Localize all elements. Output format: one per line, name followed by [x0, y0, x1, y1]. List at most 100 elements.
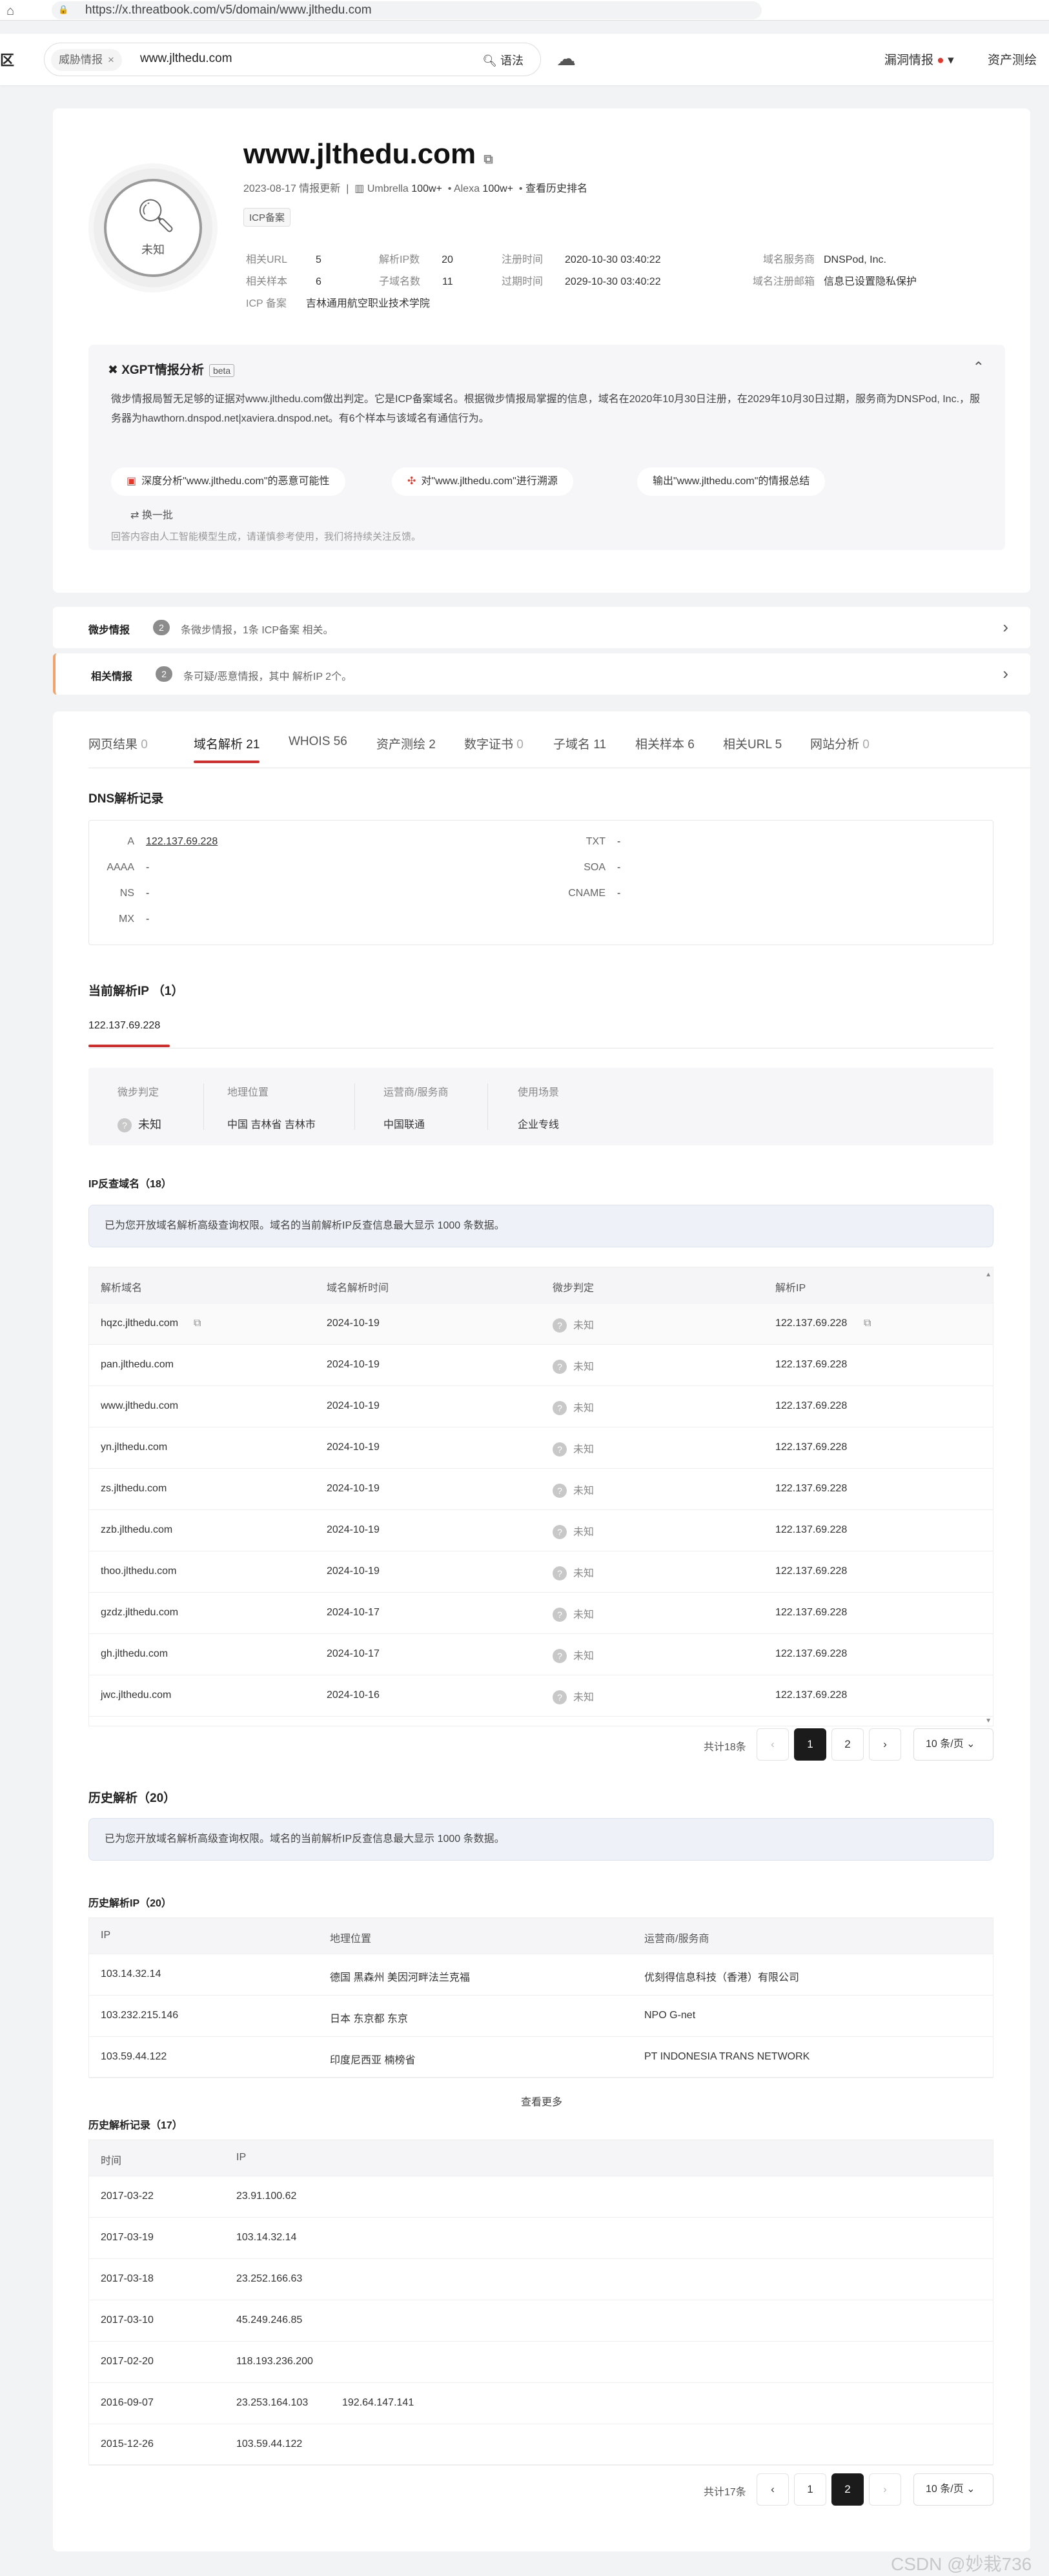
trace-icon: ✣ — [407, 476, 416, 487]
ip-cell[interactable]: 103.59.44.122 — [236, 2438, 302, 2450]
prev-page-button[interactable]: ‹ — [757, 2473, 789, 2506]
domain-cell[interactable]: hqzc.jlthedu.com — [101, 1318, 178, 1329]
page-button[interactable]: 2 — [831, 1728, 864, 1761]
xgpt-suggestion[interactable]: ✣ 对"www.jlthedu.com"进行溯源 — [392, 467, 573, 496]
xgpt-suggestion[interactable]: 输出"www.jlthedu.com"的情报总结 — [637, 467, 826, 496]
table-row: 103.232.215.146 日本 东京都 东京 NPO G-net — [89, 1996, 993, 2037]
copy-icon[interactable]: ⧉ — [864, 1318, 871, 1329]
ip-cell[interactable]: 23.253.164.103 — [236, 2397, 308, 2409]
intel-row-related[interactable]: 相关情报 2 条可疑/恶意情报，其中 解析IP 2个。 › — [53, 653, 1030, 695]
view-more-link[interactable]: 查看更多 — [53, 2093, 1030, 2109]
tab-dns[interactable]: 域名解析 21 — [194, 735, 260, 763]
search-input[interactable]: www.jlthedu.com — [140, 52, 232, 66]
domain-cell[interactable]: gzdz.jlthedu.com — [101, 1607, 178, 1619]
ip-cell[interactable]: 103.232.215.146 — [101, 2010, 178, 2021]
tab-certs[interactable]: 数字证书 0 — [464, 735, 524, 752]
table-header: 解析域名 域名解析时间 微步判定 解析IP — [89, 1267, 993, 1303]
vuln-intel-menu[interactable]: 漏洞情报 ● ▾ — [884, 50, 954, 68]
tab-urls[interactable]: 相关URL 5 — [723, 735, 782, 752]
verdict-cell: ? 未知 — [553, 1482, 594, 1498]
refresh-suggestions-button[interactable]: ⇄ 换一批 — [130, 506, 173, 522]
active-tab-indicator — [88, 1045, 170, 1047]
ip-cell[interactable]: 122.137.69.228 — [775, 1566, 847, 1577]
ip-cell[interactable]: 122.137.69.228 — [775, 1483, 847, 1495]
current-ip-title: 当前解析IP （1） — [88, 985, 184, 998]
prev-page-button[interactable]: ‹ — [757, 1728, 789, 1761]
ip-cell[interactable]: 45.249.246.85 — [236, 2315, 302, 2326]
ip-cell[interactable]: 23.252.166.63 — [236, 2273, 302, 2285]
url-text[interactable]: https://x.threatbook.com/v5/domain/www.j… — [85, 3, 372, 17]
ip-cell[interactable]: 118.193.236.200 — [236, 2356, 313, 2367]
table-row: pan.jlthedu.com 2024-10-19 ? 未知 122.137.69.2… — [89, 1345, 993, 1386]
tab-subdomains[interactable]: 子域名 11 — [553, 735, 606, 752]
date-cell: 2015-12-26 — [101, 2438, 154, 2449]
ip-cell[interactable]: 122.137.69.228 — [775, 1607, 847, 1619]
ip-cell[interactable]: 103.59.44.122 — [101, 2051, 167, 2063]
search-scope-chip[interactable]: 威胁情报 × — [51, 49, 122, 71]
ip-cell[interactable]: 122.137.69.228 — [775, 1359, 847, 1371]
domain-cell[interactable]: pan.jlthedu.com — [101, 1359, 174, 1371]
page-button[interactable]: 2 — [831, 2473, 864, 2506]
domain-cell[interactable]: www.jlthedu.com — [101, 1400, 178, 1412]
ip-cell[interactable]: 122.137.69.228 — [775, 1648, 847, 1660]
watermark: CSDN @妙栽736 — [891, 2554, 1032, 2574]
domain-cell[interactable]: zs.jlthedu.com — [101, 1483, 167, 1495]
location-cell: 德国 黑森州 美因河畔法兰克福 — [330, 1972, 470, 1983]
tab-web-analysis[interactable]: 网站分析 0 — [810, 735, 870, 752]
next-page-button[interactable]: › — [869, 2473, 901, 2506]
domain-cell[interactable]: zzb.jlthedu.com — [101, 1524, 172, 1536]
domain-cell[interactable]: jwc.jlthedu.com — [101, 1690, 171, 1701]
page-size-select[interactable]: 10 条/页 ⌄ — [913, 1728, 993, 1761]
tab-samples[interactable]: 相关样本 6 — [635, 735, 695, 752]
analysis-icon: ▣ — [127, 476, 137, 487]
xgpt-suggestion[interactable]: ▣ 深度分析"www.jlthedu.com"的恶意可能性 — [111, 467, 345, 496]
date-cell: 2017-03-22 — [101, 2191, 154, 2202]
copy-icon[interactable]: ⧉ — [194, 1318, 201, 1329]
tab-whois[interactable]: WHOIS 56 — [289, 735, 347, 749]
reverse-table: 解析域名 域名解析时间 微步判定 解析IP hqzc.jlthedu.com ⧉ 2… — [88, 1267, 993, 1726]
copy-icon[interactable]: ⧉ — [484, 152, 493, 167]
question-icon: ? — [553, 1566, 567, 1580]
date-cell: 2016-09-07 — [101, 2397, 154, 2408]
next-page-button[interactable]: › — [869, 1728, 901, 1761]
scroll-up-icon[interactable]: ▲ — [985, 1271, 992, 1278]
page-button[interactable]: 1 — [794, 2473, 826, 2506]
tab-web-results[interactable]: 网页结果 0 — [88, 735, 148, 752]
syntax-button[interactable]: 🔍︎ 语法 — [482, 52, 524, 68]
ip-cell-secondary[interactable]: 192.64.147.141 — [342, 2397, 414, 2409]
logo-fragment[interactable]: 区 — [0, 49, 14, 70]
a-record-link[interactable]: 122.137.69.228 — [146, 836, 218, 848]
isp-cell: 优刻得信息科技（香港）有限公司 — [644, 1972, 800, 1983]
collapse-icon[interactable]: ⌃ — [973, 359, 984, 376]
date-cell: 2017-03-10 — [101, 2315, 154, 2326]
asset-mapping-menu[interactable]: 资产测绘 — [988, 50, 1037, 68]
domain-cell[interactable]: gh.jlthedu.com — [101, 1648, 168, 1660]
home-icon[interactable]: ⌂ — [6, 4, 14, 19]
intel-row-threatbook[interactable]: 微步情报 2 条微步情报，1条 ICP备案 相关。 › — [53, 607, 1030, 648]
subdomain-count: 子域名数 11 — [379, 276, 453, 287]
page-button[interactable]: 1 — [794, 1728, 826, 1761]
domain-cell[interactable]: yn.jlthedu.com — [101, 1442, 167, 1453]
history-rank-link[interactable]: 查看历史排名 — [525, 183, 587, 194]
ip-cell[interactable]: 23.91.100.62 — [236, 2191, 296, 2202]
cloud-upload-icon[interactable]: ☁ — [556, 48, 576, 70]
current-ip-tab[interactable]: 122.137.69.228 — [88, 1020, 160, 1032]
search-box[interactable]: 威胁情报 × www.jlthedu.com 🔍︎ 语法 — [44, 43, 541, 76]
tab-assets[interactable]: 资产测绘 2 — [376, 735, 436, 752]
ip-cell[interactable]: 122.137.69.228 — [775, 1400, 847, 1412]
ip-cell[interactable]: 103.14.32.14 — [236, 2232, 296, 2244]
domain-cell[interactable]: thoo.jlthedu.com — [101, 1566, 176, 1577]
reverse-total: 共计18条 — [704, 1742, 746, 1753]
table-row: 2017-03-19 103.14.32.14 — [89, 2218, 993, 2259]
ip-cell[interactable]: 122.137.69.228 — [775, 1442, 847, 1453]
ip-cell[interactable]: 103.14.32.14 — [101, 1968, 161, 1980]
xgpt-text: 微步情报局暂无足够的证据对www.jlthedu.com做出判定。它是ICP备案… — [111, 394, 981, 424]
ip-cell[interactable]: 122.137.69.228 — [775, 1524, 847, 1536]
lock-icon[interactable]: 🔒 — [58, 5, 68, 15]
page-size-select[interactable]: 10 条/页 ⌄ — [913, 2473, 993, 2506]
history-notice: 已为您开放域名解析高级查询权限。域名的当前解析IP反查信息最大显示 1000 条… — [88, 1818, 993, 1861]
scroll-down-icon[interactable]: ▼ — [985, 1717, 992, 1724]
close-icon[interactable]: × — [108, 54, 114, 66]
ip-cell[interactable]: 122.137.69.228 — [775, 1318, 847, 1329]
ip-cell[interactable]: 122.137.69.228 — [775, 1690, 847, 1701]
